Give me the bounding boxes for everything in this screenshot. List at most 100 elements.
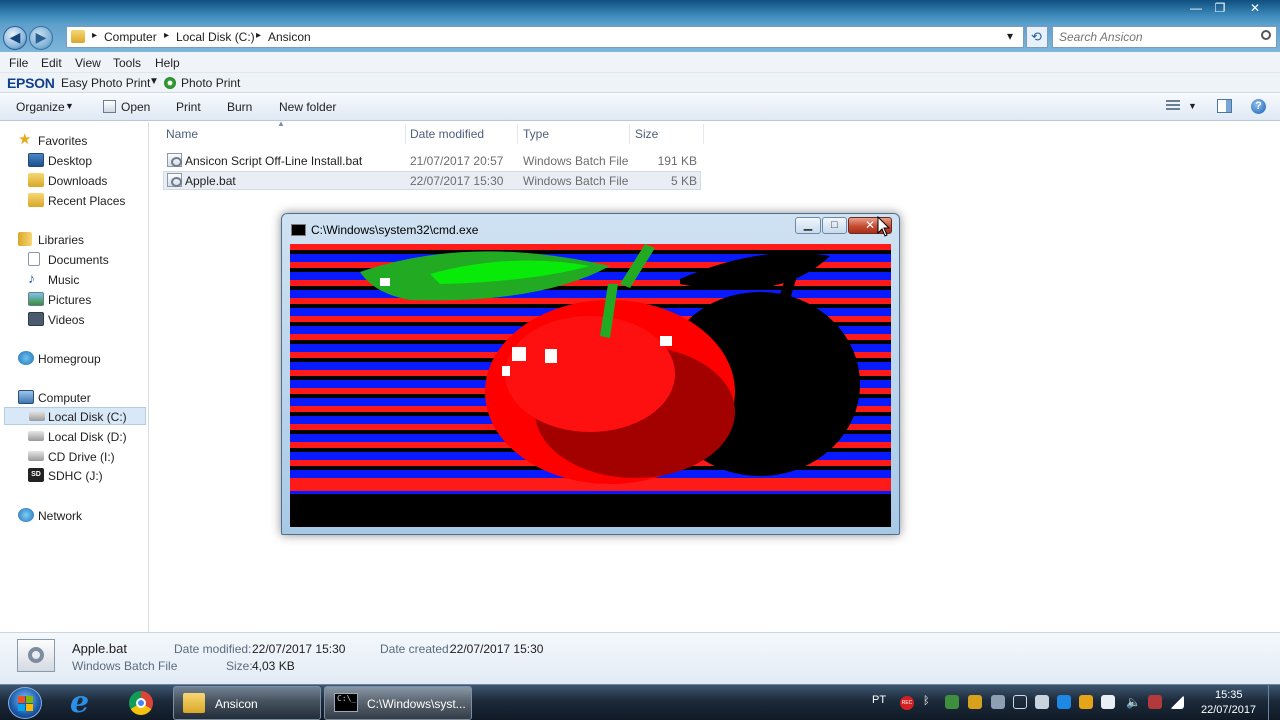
breadcrumb-local-disk[interactable]: Local Disk (C:) [176, 30, 255, 44]
print-button[interactable]: Print [176, 100, 201, 114]
menu-bar: File Edit View Tools Help [0, 52, 1280, 73]
nav-local-c-label: Local Disk (C:) [48, 410, 127, 424]
details-created-value: 22/07/2017 15:30 [450, 642, 544, 656]
column-divider[interactable] [405, 124, 406, 144]
folder-icon [183, 693, 205, 713]
file-type: Windows Batch File [523, 174, 629, 188]
taskbar-explorer-ansicon[interactable]: Ansicon [173, 686, 321, 720]
preview-pane-icon[interactable] [1217, 99, 1232, 113]
column-divider[interactable] [629, 124, 630, 144]
videos-icon [28, 312, 44, 326]
nav-desktop-label: Desktop [48, 154, 93, 168]
easy-photo-print-button[interactable]: Easy Photo Print [61, 76, 150, 90]
back-button[interactable]: ◀ [3, 26, 27, 50]
downloads-icon [28, 173, 44, 187]
burn-button[interactable]: Burn [227, 100, 252, 114]
tray-app-icon[interactable] [1035, 695, 1049, 709]
clock-time[interactable]: 15:35 [1215, 689, 1243, 701]
start-button[interactable] [8, 687, 42, 719]
music-icon: ♪ [28, 270, 35, 286]
help-icon[interactable]: ? [1251, 99, 1266, 114]
menu-view[interactable]: View [75, 56, 101, 70]
tray-app-icon[interactable] [945, 695, 959, 709]
batch-file-icon [167, 153, 182, 167]
chevron-down-icon[interactable]: ▼ [149, 76, 159, 87]
menu-file[interactable]: File [9, 56, 28, 70]
breadcrumb-separator-icon: ▸ [256, 30, 262, 41]
apple-glint [545, 349, 557, 363]
nav-pictures-label: Pictures [48, 293, 92, 307]
column-divider[interactable] [703, 124, 704, 144]
address-row: ◀ ▶ ▸ Computer ▸ Local Disk (C:) ▸ Ansic… [0, 24, 1280, 52]
menu-edit[interactable]: Edit [41, 56, 62, 70]
clock-date[interactable]: 22/07/2017 [1201, 704, 1256, 716]
tray-app-icon[interactable] [991, 695, 1005, 709]
folder-icon [71, 30, 85, 43]
close-button[interactable]: ✕ [1240, 0, 1270, 18]
column-header-date[interactable]: Date modified [410, 127, 484, 141]
nav-downloads-label: Downloads [48, 174, 108, 188]
search-icon[interactable] [1261, 30, 1271, 40]
photo-print-button[interactable]: Photo Print [181, 76, 240, 90]
nav-sdhc-label: SDHC (J:) [48, 469, 103, 483]
tray-app-icon[interactable] [1101, 695, 1115, 709]
sort-arrow-icon: ▲ [277, 119, 285, 128]
pictures-icon [28, 292, 44, 306]
refresh-button[interactable]: ⟲ [1026, 26, 1048, 48]
file-type: Windows Batch File [523, 154, 629, 168]
cmd-window[interactable]: C:\Windows\system32\cmd.exe ▁ □ ✕ [281, 213, 900, 535]
record-icon[interactable]: REC [900, 696, 914, 710]
cmd-minimize-button[interactable]: ▁ [795, 217, 821, 234]
search-input[interactable] [1053, 27, 1253, 47]
speaker-icon[interactable]: 🔈 [1126, 695, 1141, 709]
homegroup-icon [18, 351, 34, 365]
internet-explorer-icon[interactable]: e [64, 685, 104, 720]
language-indicator[interactable]: PT [872, 694, 886, 706]
cmd-console[interactable] [290, 244, 891, 527]
new-folder-button[interactable]: New folder [279, 100, 336, 114]
bluetooth-icon[interactable]: ᛒ [923, 695, 937, 709]
column-header-name[interactable]: Name [166, 127, 198, 141]
leaf-glint [380, 278, 390, 286]
breadcrumb-ansicon[interactable]: Ansicon [268, 30, 311, 44]
forward-button[interactable]: ▶ [29, 26, 53, 50]
view-options-icon[interactable] [1166, 100, 1180, 112]
column-divider[interactable] [517, 124, 518, 144]
search-box[interactable] [1052, 26, 1277, 48]
display-icon[interactable] [1013, 695, 1027, 709]
open-button[interactable]: Open [121, 100, 150, 114]
menu-tools[interactable]: Tools [113, 56, 141, 70]
menu-help[interactable]: Help [155, 56, 180, 70]
stripe-red [290, 483, 891, 491]
cmd-maximize-button[interactable]: □ [822, 217, 847, 234]
breadcrumb-computer[interactable]: Computer [104, 30, 157, 44]
breadcrumb-separator-icon: ▸ [92, 30, 98, 41]
column-header-size[interactable]: Size [635, 127, 658, 141]
file-row[interactable]: Ansicon Script Off-Line Install.bat 21/0… [163, 151, 701, 170]
chevron-down-icon[interactable]: ▼ [1188, 101, 1197, 111]
power-icon[interactable] [1148, 695, 1162, 709]
cd-drive-icon [28, 451, 44, 461]
address-dropdown-icon[interactable]: ▾ [1007, 29, 1013, 43]
taskbar-cmd[interactable]: C:\_ C:\Windows\syst... [324, 686, 472, 720]
file-row[interactable]: Apple.bat 22/07/2017 15:30 Windows Batch… [163, 171, 701, 190]
signal-icon[interactable] [1170, 695, 1184, 709]
details-size-value: 4,03 KB [252, 659, 295, 673]
show-desktop-button[interactable] [1268, 685, 1280, 720]
column-header-type[interactable]: Type [523, 127, 549, 141]
details-file-kind: Windows Batch File [72, 659, 178, 673]
tray-app-icon[interactable] [1079, 695, 1093, 709]
nav-recent-label: Recent Places [48, 194, 126, 208]
nav-local-disk-c[interactable]: Local Disk (C:) [4, 407, 146, 425]
batch-file-icon [167, 173, 182, 187]
maximize-button[interactable]: ❐ [1205, 0, 1235, 18]
chrome-icon[interactable] [120, 687, 164, 719]
epson-toolbar: EPSON Easy Photo Print ▼ Photo Print [0, 73, 1280, 93]
shield-icon[interactable] [1057, 695, 1071, 709]
organize-button[interactable]: Organize [16, 100, 65, 114]
address-bar[interactable]: ▸ Computer ▸ Local Disk (C:) ▸ Ansicon ▾ [66, 26, 1024, 48]
windows-logo-icon [18, 696, 33, 711]
command-bar: Organize ▼ Open Print Burn New folder ▼ … [0, 94, 1280, 121]
nav-documents-label: Documents [48, 253, 109, 267]
tray-app-icon[interactable] [968, 695, 982, 709]
